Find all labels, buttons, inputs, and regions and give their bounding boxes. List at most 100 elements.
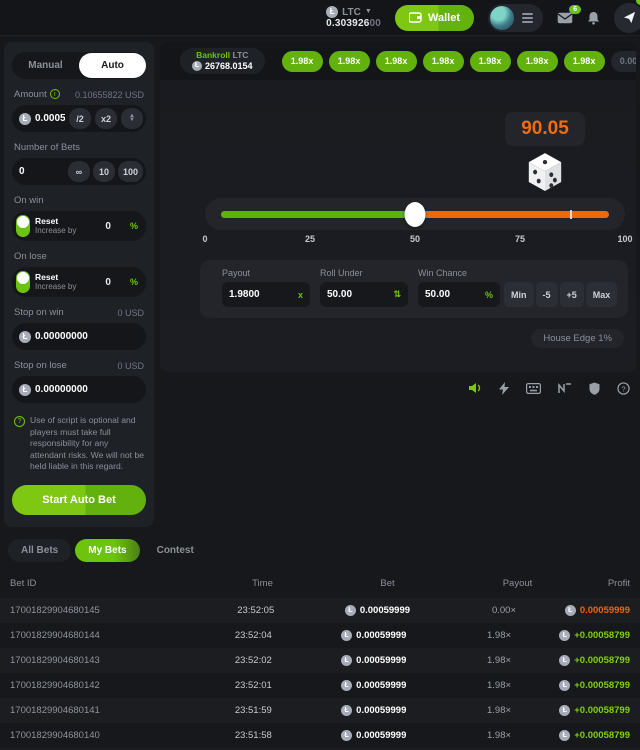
win-chance-max-button[interactable]: Max	[586, 282, 618, 307]
stop-on-lose-input[interactable]	[35, 384, 143, 395]
on-win-increase-label[interactable]: Increase by	[35, 226, 100, 235]
stop-on-lose-row: Ł	[12, 376, 146, 403]
ltc-coin-icon: Ł	[345, 605, 356, 616]
bets-count-option[interactable]: 10	[93, 161, 115, 182]
table-row[interactable]: 1700182990468014323:52:02Ł0.000599991.98…	[0, 648, 640, 673]
ltc-coin-icon: Ł	[19, 331, 31, 343]
amount-stepper[interactable]: ▲▼	[121, 108, 143, 129]
bankroll: Bankroll LTC Ł26768.0154	[180, 48, 265, 74]
number-of-bets-label: Number of Bets	[14, 142, 80, 153]
game-controls: Payout 1.9800 x Roll Under 50.00 ⇅ Win C…	[200, 260, 628, 318]
mail-button[interactable]: 6	[557, 12, 573, 24]
history-pill[interactable]: 1.98x	[517, 51, 558, 72]
history-pill[interactable]: 1.98x	[470, 51, 511, 72]
tab-manual[interactable]: Manual	[12, 53, 79, 78]
bet-profit: Ł0.00059999	[565, 605, 630, 616]
table-row[interactable]: 1700182990468014223:52:01Ł0.000599991.98…	[0, 673, 640, 698]
bets-table: Bet IDTimeBetPayoutProfit 17001829904680…	[0, 570, 640, 750]
column-header: Profit	[580, 578, 630, 589]
history-pill[interactable]: 0.00x	[611, 51, 636, 72]
payout-input[interactable]: 1.9800	[229, 289, 294, 300]
on-lose-toggle[interactable]	[16, 271, 30, 293]
start-auto-bet-button[interactable]: Start Auto Bet	[12, 485, 146, 515]
ltc-coin-icon: Ł	[19, 113, 31, 125]
table-row[interactable]: 1700182990468014423:52:04Ł0.000599991.98…	[0, 623, 640, 648]
bet-panel: Manual Auto Amounti 0.10655822 USD Ł /2 …	[4, 42, 154, 527]
bet-time: 23:51:59	[198, 705, 309, 716]
bets-tab-contest[interactable]: Contest	[144, 539, 207, 562]
number-of-bets-input[interactable]	[19, 166, 64, 177]
history-pill[interactable]: 1.98x	[564, 51, 605, 72]
payout-x-suffix: x	[298, 290, 303, 300]
wallet-button[interactable]: Wallet	[395, 5, 474, 31]
result-marker	[570, 210, 572, 219]
history-pill[interactable]: 1.98x	[423, 51, 464, 72]
ltc-coin-icon: Ł	[341, 705, 352, 716]
roll-under-field: Roll Under 50.00 ⇅	[320, 268, 408, 318]
history-pill[interactable]: 1.98x	[282, 51, 323, 72]
win-chance-input[interactable]: 50.00	[425, 289, 481, 300]
bets-section: All BetsMy BetsContest Bet IDTimeBetPayo…	[0, 527, 640, 750]
roll-slider[interactable]	[205, 198, 625, 230]
notifications-button[interactable]	[587, 11, 600, 25]
instant-bet-icon[interactable]	[499, 382, 509, 395]
on-win-value[interactable]: 0	[105, 221, 111, 232]
help-icon[interactable]: ?	[617, 382, 630, 395]
ltc-coin-icon: Ł	[341, 630, 352, 641]
slider-handle[interactable]	[405, 202, 426, 227]
bets-count-option[interactable]: 100	[118, 161, 143, 182]
roll-under-input[interactable]: 50.00	[327, 289, 389, 300]
bets-tab-my-bets[interactable]: My Bets	[75, 539, 139, 562]
on-lose-increase-label[interactable]: Increase by	[35, 282, 100, 291]
chat-badge: 99	[636, 0, 640, 5]
hotkeys-icon[interactable]	[526, 383, 541, 394]
swap-icon[interactable]: ⇅	[393, 289, 401, 300]
column-header: Time	[205, 578, 320, 589]
house-edge-badge: House Edge 1%	[531, 329, 624, 348]
bet-time: 23:51:58	[198, 730, 309, 741]
currency-selector[interactable]: Ł LTC ▼ 0.30392600	[326, 6, 381, 29]
info-icon[interactable]: i	[50, 89, 60, 99]
history-pill[interactable]: 1.98x	[329, 51, 370, 72]
on-lose-reset-label[interactable]: Reset	[35, 273, 100, 283]
on-win-reset-label[interactable]: Reset	[35, 217, 100, 227]
on-win-toggle[interactable]	[16, 215, 30, 237]
bet-id: 17001829904680143	[10, 655, 198, 666]
sound-icon[interactable]	[468, 382, 482, 394]
bets-tab-all-bets[interactable]: All Bets	[8, 539, 71, 562]
stats-icon[interactable]	[558, 383, 572, 394]
slider-track[interactable]	[221, 211, 609, 218]
stop-on-win-input[interactable]	[35, 331, 143, 342]
table-row[interactable]: 1700182990468014523:52:05Ł0.000599990.00…	[0, 598, 640, 623]
table-row[interactable]: 1700182990468014023:51:58Ł0.000599991.98…	[0, 723, 640, 748]
bet-id: 17001829904680140	[10, 730, 198, 741]
bet-time: 23:52:01	[198, 680, 309, 691]
avatar	[490, 6, 514, 30]
win-chance-minus5-button[interactable]: -5	[536, 282, 558, 307]
ltc-coin-icon: Ł	[559, 705, 570, 716]
on-lose-value[interactable]: 0	[105, 277, 111, 288]
svg-text:?: ?	[621, 384, 625, 393]
game-panel: Bankroll LTC Ł26768.0154 1.98x 1.98x 1.98x…	[160, 42, 636, 372]
bet-amount: Ł0.00059999	[309, 730, 439, 741]
win-chance-plus5-button[interactable]: +5	[560, 282, 584, 307]
slider-ticks: 0255075100	[205, 234, 625, 246]
user-menu[interactable]	[488, 4, 543, 32]
bets-count-option[interactable]: ∞	[68, 161, 90, 182]
mail-badge: 6	[569, 5, 581, 14]
slider-tick-label: 0	[202, 234, 207, 244]
history-pill[interactable]: 1.98x	[376, 51, 417, 72]
verify-icon[interactable]	[589, 382, 600, 395]
win-chance-min-button[interactable]: Min	[504, 282, 534, 307]
table-row[interactable]: 1700182990468014123:51:59Ł0.000599991.98…	[0, 698, 640, 723]
amount-input[interactable]	[35, 113, 65, 124]
question-icon: ?	[14, 416, 25, 427]
chat-button[interactable]: 99	[614, 3, 640, 33]
half-amount-button[interactable]: /2	[69, 108, 91, 129]
payout-field: Payout 1.9800 x	[222, 268, 310, 318]
currency-code: LTC	[342, 7, 361, 18]
bet-amount: Ł0.00059999	[309, 655, 439, 666]
roll-result: 90.05	[505, 112, 585, 146]
tab-auto[interactable]: Auto	[79, 53, 146, 78]
double-amount-button[interactable]: x2	[95, 108, 117, 129]
